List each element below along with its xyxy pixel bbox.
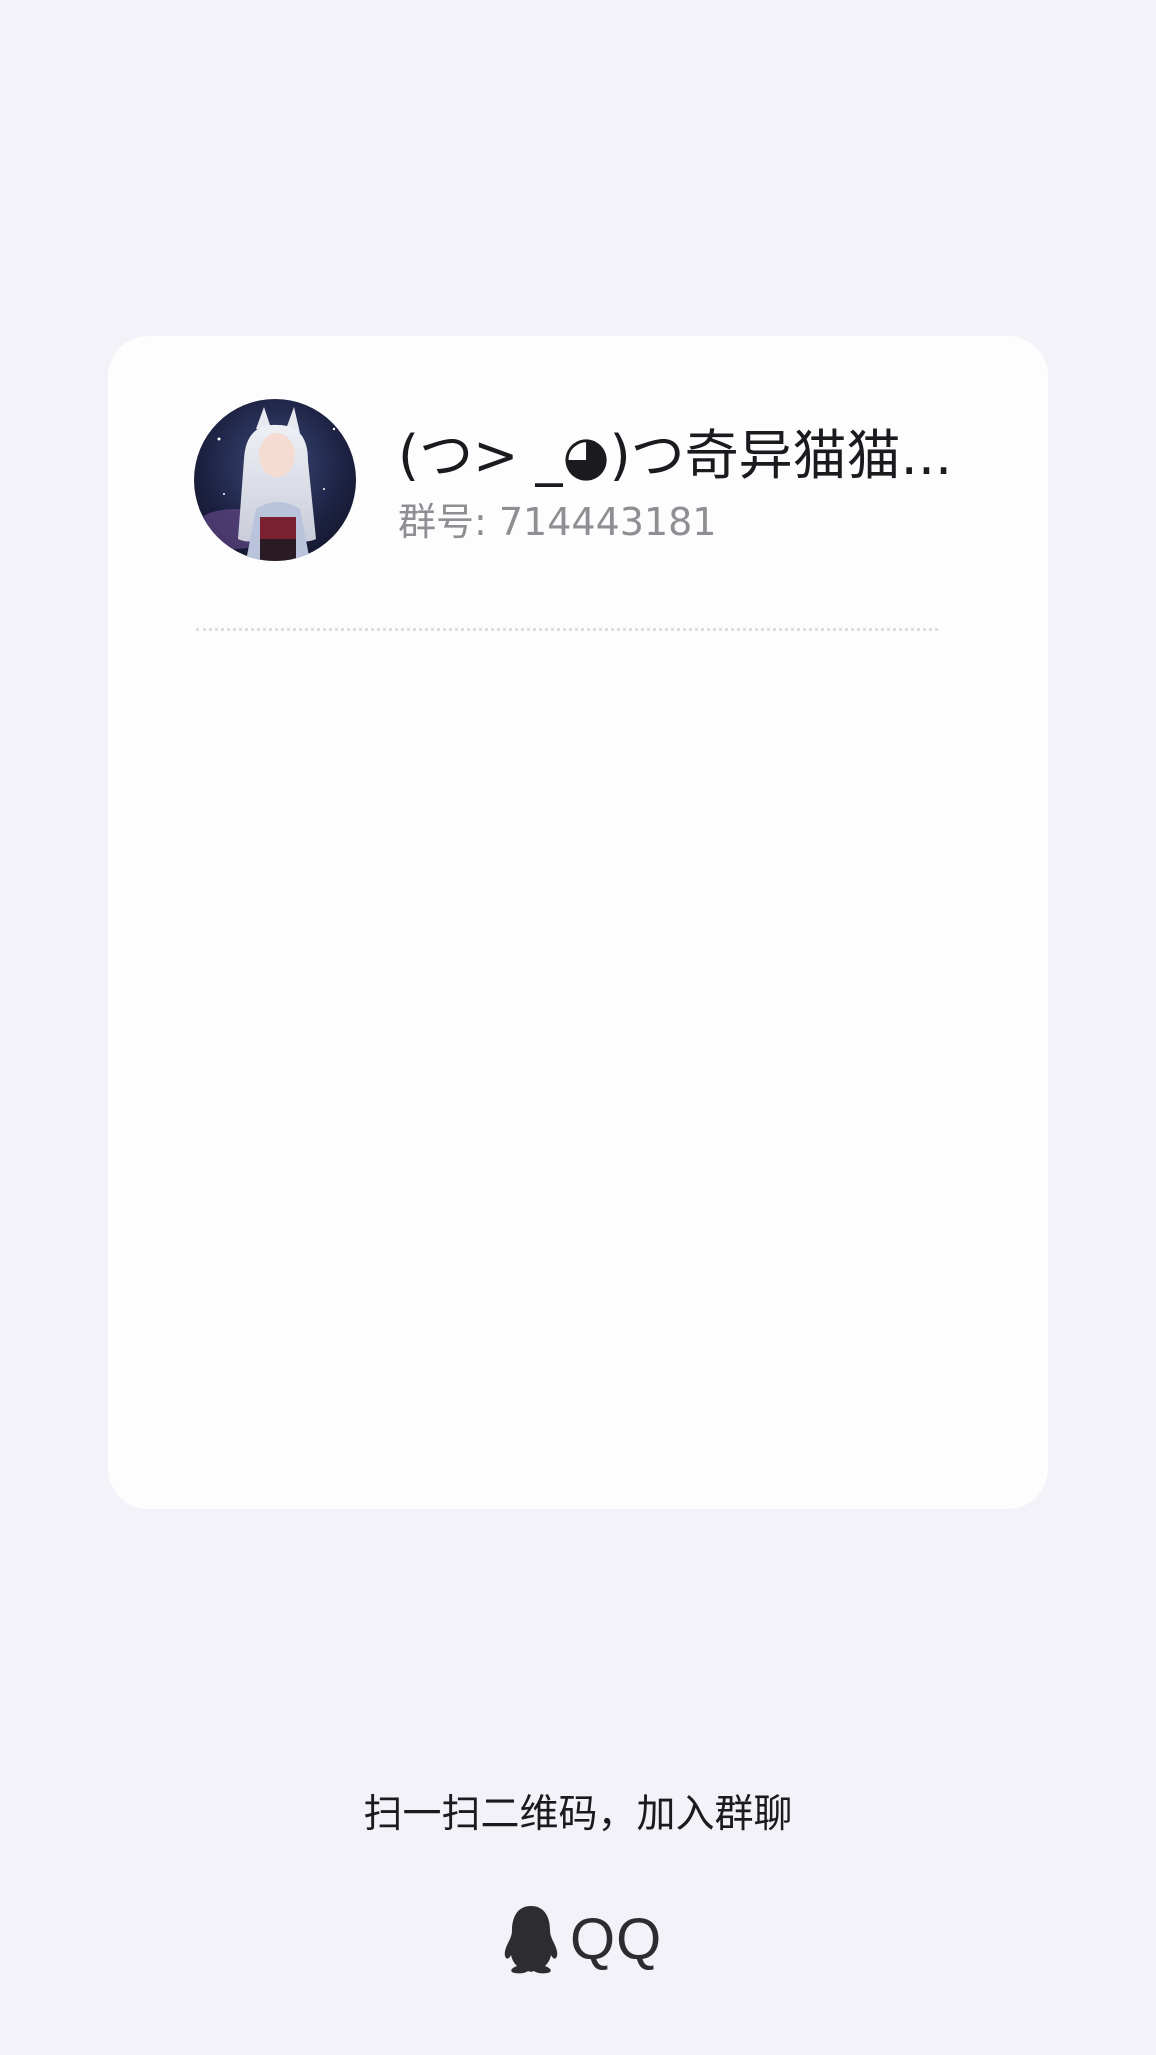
brand-logo: QQ: [500, 1904, 662, 1976]
group-number: 群号: 714443181: [398, 500, 717, 544]
group-qr-card: (つ> _◕)つ奇异猫猫... 群号: 714443181: [108, 336, 1048, 1509]
scan-hint: 扫一扫二维码，加入群聊: [363, 1792, 793, 1837]
qr-code-area: [196, 666, 938, 1446]
group-name: (つ> _◕)つ奇异猫猫...: [398, 424, 953, 487]
qq-penguin-icon: [504, 1906, 558, 1974]
group-avatar: [194, 399, 356, 561]
divider: [196, 628, 938, 631]
brand-text: QQ: [570, 1907, 663, 1972]
